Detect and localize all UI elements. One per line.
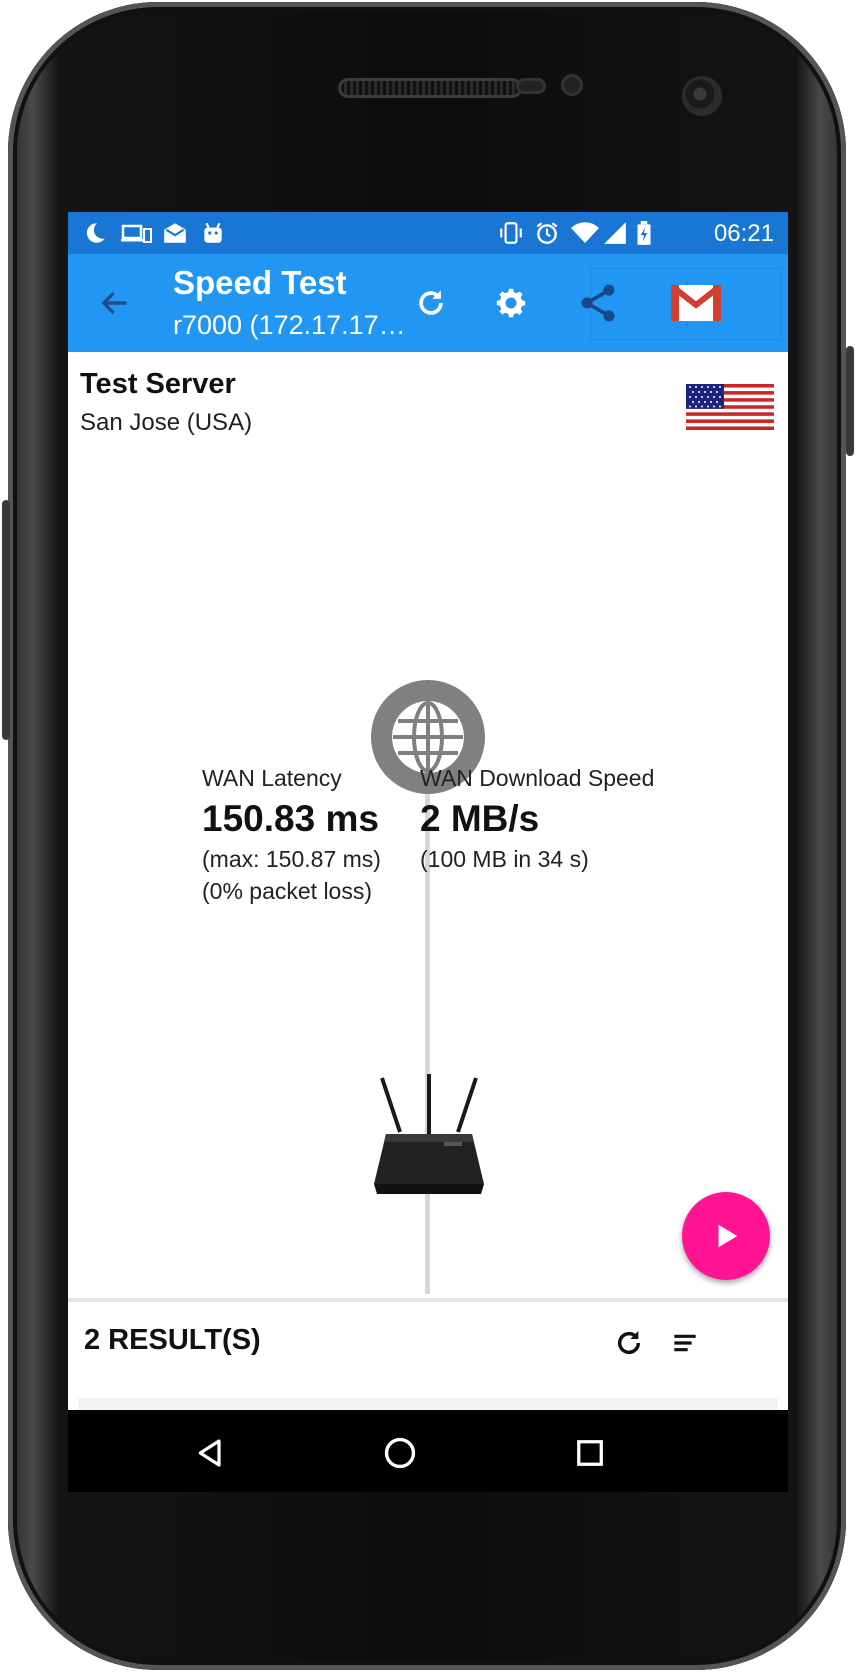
latency-value: 150.83 ms <box>202 798 379 839</box>
latency-label: WAN Latency <box>202 765 342 791</box>
back-triangle-icon <box>198 1439 221 1467</box>
recents-square-icon <box>577 1440 603 1466</box>
wifi-icon <box>571 222 599 243</box>
android-icon <box>204 222 222 243</box>
screen: 06:21 Speed Test r7000 (172.17.17… Test … <box>68 212 788 1492</box>
refresh-button[interactable] <box>404 276 458 330</box>
server-title: Test Server <box>80 368 236 400</box>
download-detail: (100 MB in 34 s) <box>420 846 589 872</box>
front-camera <box>682 76 722 116</box>
moon-icon <box>86 223 105 243</box>
play-icon <box>718 1224 738 1248</box>
refresh-icon <box>419 290 443 315</box>
nav-recents-button[interactable] <box>565 1428 615 1478</box>
battery-icon <box>637 221 651 245</box>
refresh-icon <box>617 1331 641 1355</box>
gear-icon <box>496 288 526 318</box>
latency-max: (max: 150.87 ms) <box>202 846 381 872</box>
home-circle-icon <box>384 1437 416 1469</box>
nav-back-button[interactable] <box>186 1428 236 1478</box>
back-button[interactable] <box>90 278 140 328</box>
mail-icon <box>164 223 186 243</box>
proximity-sensor <box>516 78 546 94</box>
results-header: 2 RESULT(S) <box>68 1298 788 1400</box>
status-bar: 06:21 <box>68 212 788 254</box>
light-sensor <box>561 74 583 96</box>
results-refresh-button[interactable] <box>604 1318 654 1368</box>
side-button-left <box>2 500 10 740</box>
download-label: WAN Download Speed <box>420 765 655 791</box>
gmail-icon <box>671 284 721 321</box>
earpiece-speaker <box>338 78 522 98</box>
settings-button[interactable] <box>484 276 538 330</box>
sort-icon <box>674 1334 696 1352</box>
results-count: 2 RESULT(S) <box>84 1324 261 1356</box>
router-image <box>374 1074 484 1194</box>
devices-icon <box>121 224 152 243</box>
back-arrow-icon <box>101 291 127 315</box>
share-button[interactable] <box>571 276 625 330</box>
navigation-bar <box>68 1410 788 1492</box>
nav-home-button[interactable] <box>375 1428 425 1478</box>
gmail-button[interactable] <box>666 276 726 330</box>
signal-icon <box>604 222 626 244</box>
results-sort-button[interactable] <box>660 1318 710 1368</box>
server-location: San Jose (USA) <box>80 409 253 436</box>
alarm-icon <box>536 222 558 244</box>
download-value: 2 MB/s <box>420 798 540 839</box>
usa-flag-icon <box>686 384 774 430</box>
page-subtitle: r7000 (172.17.17… <box>173 310 406 340</box>
app-bar: Speed Test r7000 (172.17.17… <box>68 254 788 352</box>
start-test-button[interactable] <box>682 1192 770 1280</box>
latency-packet-loss: (0% packet loss) <box>202 878 373 904</box>
share-icon <box>581 284 615 322</box>
side-button-right <box>846 346 854 456</box>
page-title: Speed Test <box>173 264 347 301</box>
status-time: 06:21 <box>713 220 774 247</box>
vibrate-icon <box>500 222 522 244</box>
